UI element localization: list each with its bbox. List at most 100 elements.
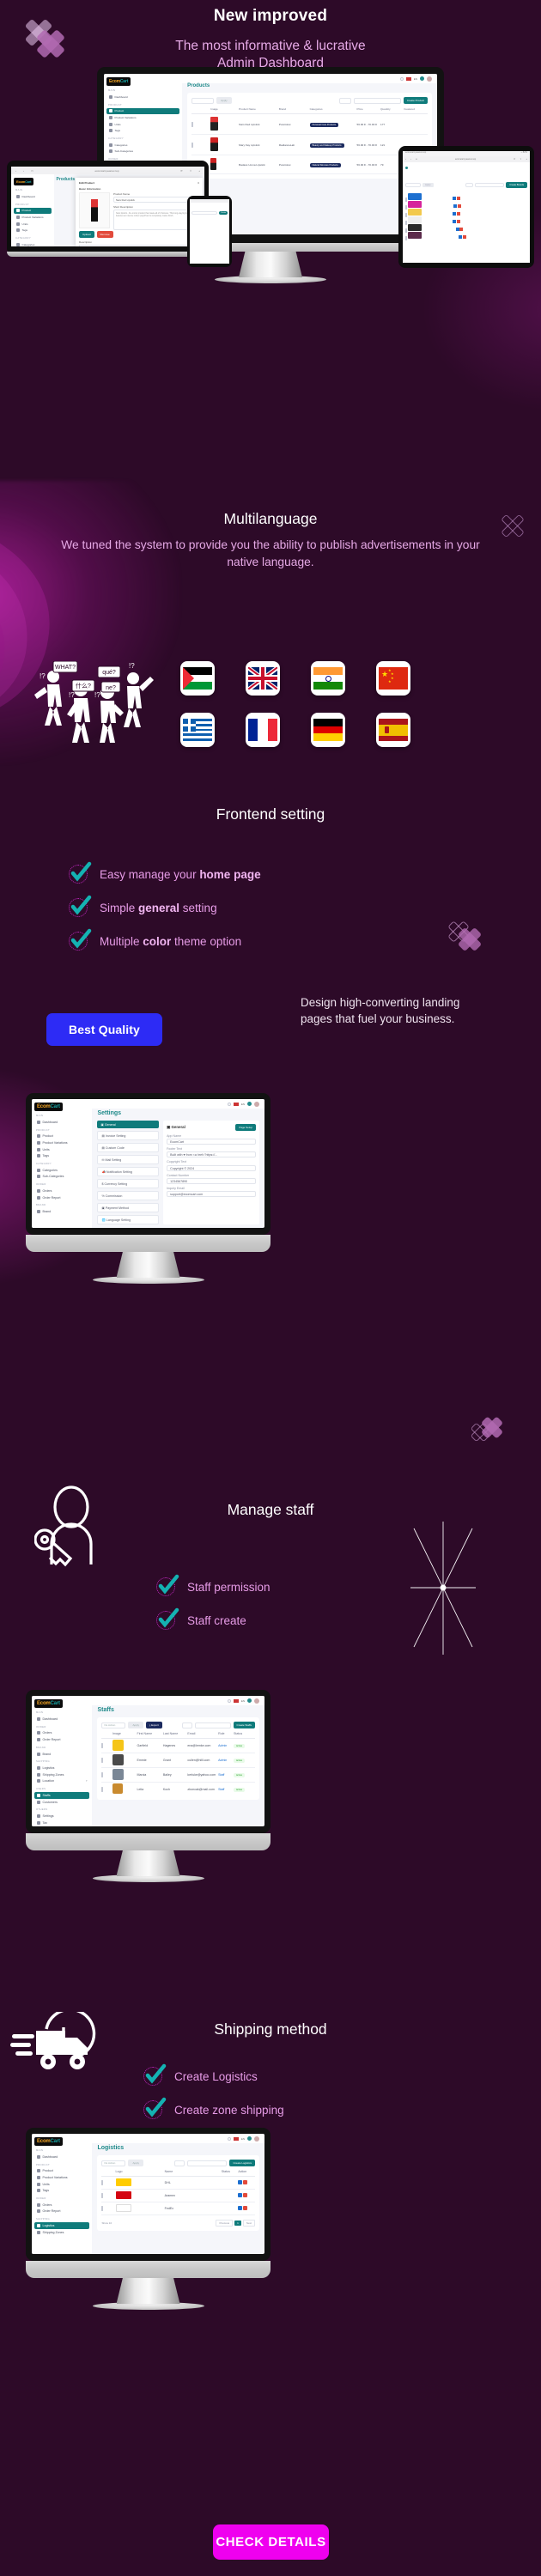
per-page-select[interactable] [181, 1722, 192, 1728]
tab-commission[interactable]: % Commission [97, 1191, 160, 1200]
search-input[interactable] [475, 183, 505, 187]
sidebar-item-staffs[interactable]: Staffs [34, 1792, 90, 1799]
action-select[interactable]: No Action [101, 1722, 126, 1728]
best-quality-badge[interactable]: Best Quality [46, 1013, 162, 1046]
search-input[interactable] [191, 211, 217, 215]
row-checkbox[interactable] [191, 142, 194, 148]
apply-button[interactable]: Apply [216, 97, 232, 104]
new-tab-icon[interactable]: + [198, 169, 200, 173]
product-name-input[interactable]: Nars Red Lipstick [113, 197, 199, 203]
reload-icon[interactable]: ⟳ [514, 158, 515, 161]
sidebar-item-units[interactable]: Units [34, 1146, 89, 1153]
sidebar-item-brand[interactable]: Brand [34, 1208, 89, 1215]
sidebar-item-product[interactable]: Product [106, 107, 180, 115]
language-flag-icon[interactable] [405, 76, 411, 81]
back-icon[interactable]: ‹ [405, 158, 406, 161]
per-page-footer[interactable]: Show 10 [101, 2221, 112, 2225]
delete-icon[interactable] [243, 2193, 248, 2197]
theme-toggle-icon[interactable] [227, 2136, 231, 2141]
inquiry-email-input[interactable]: support@ecomcart.com [167, 1190, 256, 1197]
close-icon[interactable]: × [198, 181, 199, 185]
action-select[interactable]: No Action [101, 2160, 126, 2166]
sidebar-item-tags[interactable]: Tags [106, 127, 179, 134]
copyright-text-input[interactable]: Copyright © 2024 [167, 1164, 256, 1171]
upload-button[interactable]: Upload [79, 231, 94, 238]
edit-icon[interactable] [238, 2206, 243, 2210]
create-product-button[interactable]: Create Product [403, 97, 428, 104]
per-page-select[interactable] [465, 183, 474, 187]
sidebar-item-order-report[interactable]: Order Report [34, 1194, 89, 1201]
sidebar-item-location[interactable]: Location › [34, 1778, 89, 1785]
theme-toggle-icon[interactable] [227, 1102, 231, 1106]
search-input[interactable] [187, 2160, 228, 2166]
sidebar-item-categories[interactable]: Categories [106, 142, 179, 149]
sidebar-item-dashboard[interactable]: Dashboard [34, 2154, 89, 2160]
menu-icon[interactable] [405, 166, 408, 169]
page-setup-button[interactable]: Page Setup [235, 1124, 256, 1131]
table-row[interactable]: DHL [101, 2177, 255, 2190]
sidebar-item-units[interactable]: Units [14, 221, 52, 228]
tab-general[interactable]: ▣ General [97, 1121, 160, 1128]
share-icon[interactable]: ⇧ [520, 158, 521, 161]
create-brand-button[interactable]: Create Brands [506, 182, 527, 188]
sidebar-item-product-variations[interactable]: Product Variations [14, 214, 52, 221]
address-bar[interactable]: ecomcart.peanux.top [422, 158, 509, 161]
notification-icon[interactable] [247, 1698, 252, 1703]
sidebar-item-product[interactable]: Product [34, 2168, 89, 2175]
sidebar-item-brand[interactable]: Brand [34, 1751, 89, 1758]
apply-button[interactable]: Apply [422, 183, 434, 187]
sidebar-icon[interactable]: ▭ [31, 169, 33, 173]
sidebar-item-dashboard[interactable]: Dashboard [34, 1119, 89, 1126]
delete-icon[interactable] [243, 2180, 248, 2184]
table-row[interactable]: Nars Red Lipstick PureGlow Personal Care… [191, 114, 428, 135]
table-row[interactable]: Marcia Bailey kerluke@yahoo.com Staff Ac… [101, 1768, 255, 1783]
sidebar-item-order-report[interactable]: Order Report [34, 1736, 89, 1743]
search-input[interactable] [194, 1722, 231, 1728]
search-input[interactable] [353, 97, 401, 104]
sidebar-item-units[interactable]: Units [106, 121, 179, 128]
app-name-input[interactable]: EcomCart [167, 1139, 256, 1145]
contact-number-input[interactable]: 1234567890 [167, 1177, 256, 1184]
sidebar-item-product-variations[interactable]: Product Variations [106, 114, 179, 121]
table-row[interactable]: FedEx [101, 2202, 255, 2215]
notification-icon[interactable] [420, 76, 424, 81]
language-flag-icon[interactable] [233, 1102, 239, 1106]
create-logistics-button[interactable]: Create Logistics [229, 2160, 255, 2166]
table-row[interactable]: Garfield Hagenes ena@lemke.com Admin Act… [101, 1739, 255, 1753]
tab-invoice-setting[interactable]: ▤ Invoice Setting [97, 1131, 160, 1140]
tab-currency-setting[interactable]: $ Currency Setting [97, 1179, 160, 1188]
sidebar-item-orders[interactable]: Orders [34, 1730, 89, 1737]
table-row[interactable]: 1GleamySat, Sep 7, 2024 4:38 PM [405, 193, 527, 202]
forward-icon[interactable]: › [23, 169, 24, 173]
table-row[interactable]: 4ZephyrSat, Sep 21, 2024 3:18 AM [405, 216, 527, 225]
description-editor[interactable]: NormalBIU🔗☰ Nars lipstick - the iconic p… [79, 245, 199, 246]
forward-icon[interactable]: › [410, 158, 411, 161]
edit-icon[interactable] [238, 2193, 243, 2197]
reload-icon[interactable]: ⟳ [180, 169, 183, 173]
table-row[interactable]: 6RadianceLabSat, Sep 21, 2024 3:18 PM [405, 232, 527, 240]
remove-button[interactable]: Remove [96, 231, 113, 238]
avatar[interactable] [254, 2136, 259, 2142]
tab-mail-setting[interactable]: ✉ Mail Setting [97, 1155, 160, 1164]
address-bar[interactable]: ecomcart.peanux.top [40, 169, 173, 173]
apply-button[interactable]: Apply [128, 1722, 143, 1728]
sidebar-item-tags[interactable]: Tags [34, 2187, 89, 2194]
sidebar-item-orders[interactable]: Orders [34, 2202, 89, 2208]
sidebar-item-dashboard[interactable]: Dashboard [34, 1716, 89, 1722]
menu-item[interactable]: Categories [191, 226, 228, 228]
sidebar-item-product-variations[interactable]: Product Variations [34, 1139, 89, 1146]
sidebar-item-logistics[interactable]: Logistics [34, 2222, 90, 2229]
tab-custom-code[interactable]: ▤ Custom Code [97, 1143, 160, 1152]
action-select[interactable] [191, 97, 215, 104]
create-staffs-button[interactable]: Create Staffs [233, 1722, 255, 1728]
table-row[interactable]: Mary Kay Lipstick RadianceLab Beauty and… [191, 135, 428, 155]
short-description-textarea[interactable]: Nars lipstick - the iconic product that … [113, 210, 199, 230]
back-icon[interactable]: ‹ [15, 169, 16, 173]
next-button[interactable]: Next [242, 2220, 255, 2227]
apply-button[interactable]: Apply [128, 2160, 143, 2166]
check-details-button[interactable]: CHECK DETAILS [213, 2524, 329, 2560]
sidebar-item-logistics[interactable]: Logistics [34, 1765, 89, 1771]
table-row[interactable]: 3VividlySat, Sep 21, 2024 3:18 PM [405, 209, 527, 217]
sidebar-item-tax[interactable]: Tax [34, 1820, 89, 1826]
export-button[interactable]: ⤓ Export [145, 1722, 162, 1728]
